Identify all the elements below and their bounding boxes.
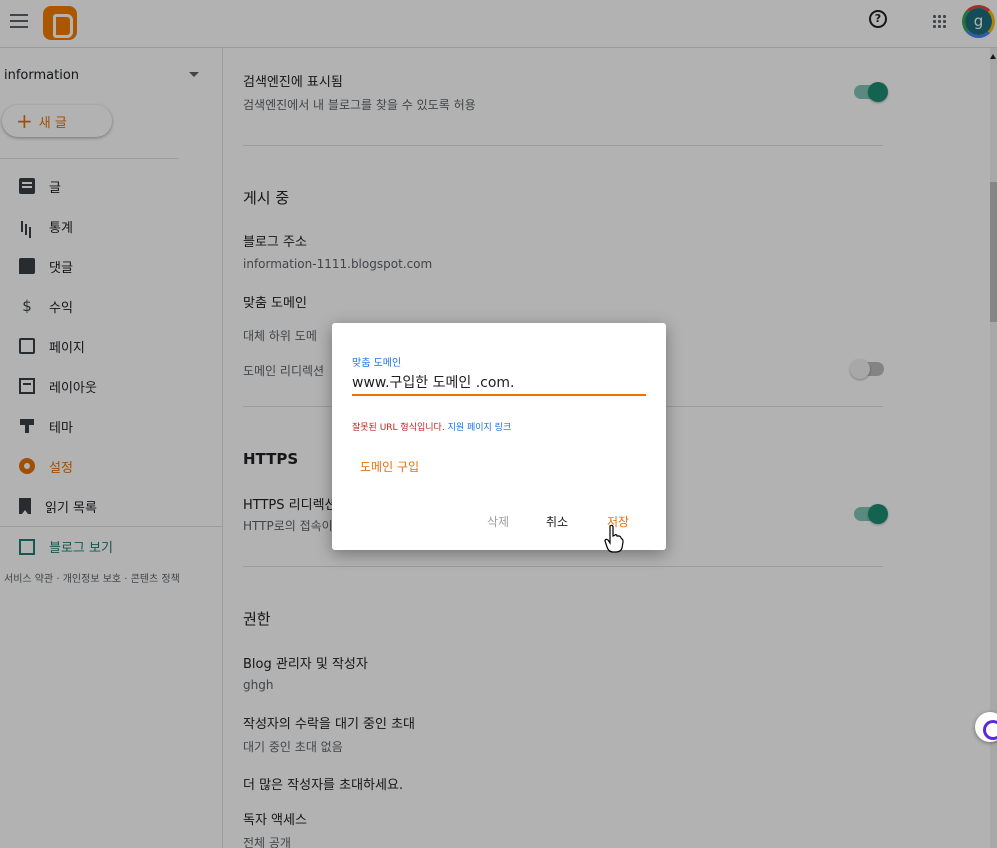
- url-format-error: 잘못된 URL 형식입니다. 지원 페이지 링크: [352, 420, 511, 433]
- cancel-button[interactable]: 취소: [546, 513, 568, 530]
- error-message: 잘못된 URL 형식입니다.: [352, 423, 445, 433]
- custom-domain-input[interactable]: [352, 370, 646, 396]
- hand-cursor-icon: [604, 524, 624, 553]
- custom-domain-field-label: 맞춤 도메인: [352, 358, 402, 369]
- custom-domain-dialog: 맞춤 도메인 잘못된 URL 형식입니다. 지원 페이지 링크 도메인 구입 삭…: [332, 323, 666, 550]
- buy-domain-link[interactable]: 도메인 구입: [360, 458, 419, 475]
- delete-button[interactable]: 삭제: [487, 513, 509, 530]
- support-page-link[interactable]: 지원 페이지 링크: [448, 423, 512, 433]
- assistant-widget-icon[interactable]: [975, 712, 997, 742]
